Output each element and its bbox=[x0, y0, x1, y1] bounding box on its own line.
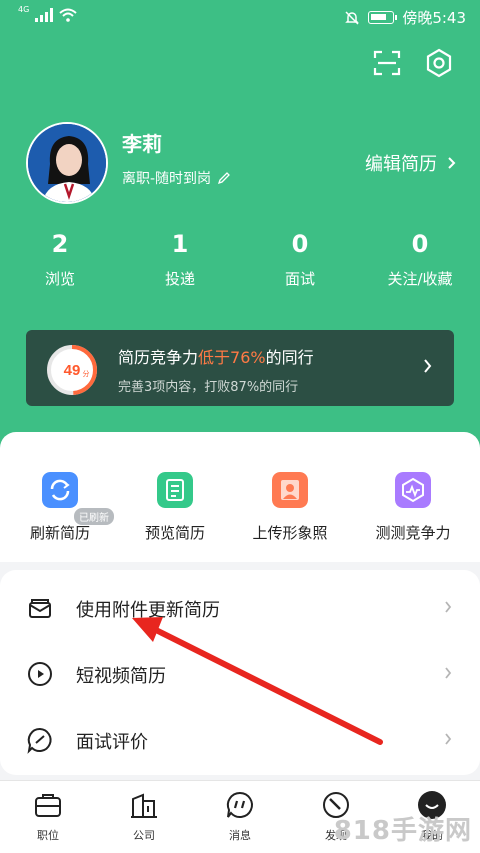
menu-item-attachment-update[interactable]: 使用附件更新简历 bbox=[0, 574, 480, 638]
battery-icon bbox=[368, 11, 398, 24]
resume-menu-list: 使用附件更新简历 短视频简历 面试评价 bbox=[0, 570, 480, 775]
edit-resume-label: 编辑简历 bbox=[365, 154, 437, 175]
tool-label: 测测竞争力 bbox=[375, 524, 451, 542]
tool-upload-photo[interactable]: 上传形象照 bbox=[230, 472, 350, 562]
stat-interviews[interactable]: 0 面试 bbox=[240, 230, 360, 289]
tool-preview-resume[interactable]: 预览简历 bbox=[115, 472, 235, 562]
wifi-icon bbox=[59, 8, 77, 22]
stats-row: 2 浏览 1 投递 0 面试 0 关注/收藏 bbox=[0, 230, 480, 300]
competitiveness-title: 简历竞争力低于76%的同行 bbox=[118, 344, 314, 368]
score-unit: 分 bbox=[83, 369, 90, 378]
competitiveness-suffix: 的同行 bbox=[265, 348, 314, 367]
tool-label: 预览简历 bbox=[144, 524, 205, 542]
score-ring: 49 分 bbox=[47, 345, 97, 395]
menu-item-label: 使用附件更新简历 bbox=[76, 600, 220, 621]
job-status[interactable]: 离职-随时到岗 bbox=[122, 168, 231, 188]
stat-value: 2 bbox=[51, 230, 69, 258]
score-value: 49 bbox=[64, 362, 81, 379]
refreshed-badge: 已刷新 bbox=[74, 508, 114, 525]
stat-label: 面试 bbox=[284, 270, 315, 288]
status-bar: 4G 傍晚5:43 bbox=[0, 0, 480, 34]
signal-icon bbox=[35, 8, 54, 22]
document-icon bbox=[157, 472, 193, 508]
tool-label: 刷新简历 bbox=[29, 524, 90, 542]
tab-messages[interactable]: 消息 bbox=[192, 789, 288, 843]
stat-applications[interactable]: 1 投递 bbox=[120, 230, 240, 289]
tool-label: 上传形象照 bbox=[252, 524, 328, 542]
network-type: 4G bbox=[18, 5, 30, 14]
tab-label: 公司 bbox=[133, 829, 155, 842]
stat-label: 关注/收藏 bbox=[387, 270, 453, 288]
competitiveness-subtext: 完善3项内容，打败87%的同行 bbox=[118, 380, 299, 395]
chevron-right-icon bbox=[445, 601, 452, 613]
portrait-icon bbox=[272, 472, 308, 508]
job-status-text: 离职-随时到岗 bbox=[122, 171, 212, 187]
stat-follows[interactable]: 0 关注/收藏 bbox=[360, 230, 480, 289]
stat-label: 浏览 bbox=[44, 270, 75, 288]
scan-icon[interactable] bbox=[372, 48, 402, 78]
mute-bell-icon bbox=[345, 10, 360, 25]
tool-refresh-resume[interactable]: 已刷新 刷新简历 bbox=[0, 472, 120, 562]
refresh-icon bbox=[42, 472, 78, 508]
resume-competitiveness-card[interactable]: 49 分 简历竞争力低于76%的同行 完善3项内容，打败87%的同行 bbox=[26, 330, 454, 406]
avatar[interactable] bbox=[26, 122, 108, 204]
watermark: 818手游网 bbox=[333, 816, 472, 846]
chevron-right-icon bbox=[445, 733, 452, 745]
pencil-icon[interactable] bbox=[217, 171, 231, 185]
building-icon bbox=[131, 793, 157, 818]
comment-icon bbox=[27, 727, 52, 754]
menu-item-label: 短视频简历 bbox=[76, 666, 166, 687]
chevron-right-icon bbox=[448, 157, 456, 169]
chevron-right-icon bbox=[424, 359, 432, 373]
competitiveness-prefix: 简历竞争力 bbox=[118, 348, 199, 367]
edit-resume-link[interactable]: 编辑简历 bbox=[365, 150, 456, 176]
stat-label: 投递 bbox=[164, 270, 195, 288]
resume-tools-panel: 已刷新 刷新简历 预览简历 上传形象照 测测竞争力 bbox=[0, 432, 480, 562]
tab-companies[interactable]: 公司 bbox=[96, 789, 192, 843]
tab-jobs[interactable]: 职位 bbox=[0, 789, 96, 843]
tool-test-competitiveness[interactable]: 测测竞争力 bbox=[353, 472, 473, 562]
message-icon bbox=[226, 791, 253, 818]
settings-icon[interactable] bbox=[424, 48, 454, 78]
user-name: 李莉 bbox=[122, 132, 162, 156]
tab-label: 职位 bbox=[37, 829, 59, 842]
menu-item-interview-review[interactable]: 面试评价 bbox=[0, 706, 480, 770]
competitiveness-highlight: 低于76% bbox=[198, 348, 266, 367]
stat-value: 0 bbox=[291, 230, 309, 258]
chart-icon bbox=[395, 472, 431, 508]
status-time: 傍晚5:43 bbox=[402, 9, 466, 27]
stat-value: 1 bbox=[171, 230, 189, 258]
briefcase-icon bbox=[35, 794, 61, 817]
chevron-right-icon bbox=[445, 667, 452, 679]
tab-label: 消息 bbox=[229, 829, 251, 842]
stat-value: 0 bbox=[411, 230, 429, 258]
play-icon bbox=[28, 662, 52, 686]
stat-views[interactable]: 2 浏览 bbox=[0, 230, 120, 289]
menu-item-label: 面试评价 bbox=[76, 732, 148, 753]
menu-item-video-resume[interactable]: 短视频简历 bbox=[0, 640, 480, 704]
envelope-icon bbox=[29, 599, 51, 618]
